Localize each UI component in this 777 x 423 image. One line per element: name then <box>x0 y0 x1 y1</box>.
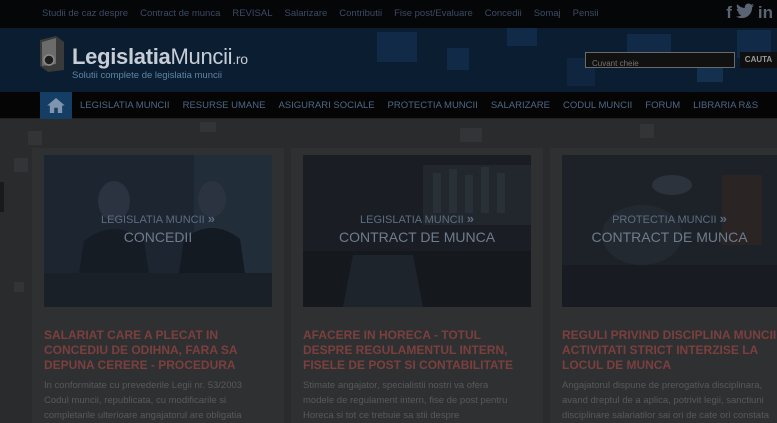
bg-square <box>28 131 42 145</box>
nav-item-protectia[interactable]: PROTECTIA MUNCII <box>388 100 478 111</box>
nav-item-libraria[interactable]: LIBRARIA R&S <box>693 100 758 111</box>
card-overlay: LEGISLATIA MUNCII » CONTRACT DE MUNCA <box>303 211 531 245</box>
card-image[interactable]: PROTECTIA MUNCII » CONTRACT DE MUNCA <box>562 155 777 307</box>
search-button[interactable]: CAUTA <box>740 52 777 68</box>
card-overlay: LEGISLATIA MUNCII » CONCEDII <box>44 211 272 245</box>
card-title[interactable]: SALARIAT CARE A PLECAT IN CONCEDIU DE OD… <box>44 328 238 373</box>
chevron-right-icon: » <box>719 211 727 226</box>
card-image[interactable]: LEGISLATIA MUNCII » CONTRACT DE MUNCA <box>303 155 531 307</box>
twitter-icon[interactable] <box>735 3 754 24</box>
top-link-revisal[interactable]: REVISAL <box>232 8 272 19</box>
card-category[interactable]: LEGISLATIA MUNCII » <box>303 211 531 226</box>
card-subcategory[interactable]: CONTRACT DE MUNCA <box>562 229 777 245</box>
site-tagline: Solutii complete de legislatia muncii <box>72 70 222 81</box>
nav-item-forum[interactable]: FORUM <box>645 100 680 111</box>
linkedin-icon[interactable]: in <box>758 3 773 24</box>
top-link-pensii[interactable]: Pensii <box>573 8 599 19</box>
chevron-right-icon: » <box>207 211 215 226</box>
card-category[interactable]: PROTECTIA MUNCII » <box>562 211 777 226</box>
bg-square <box>0 182 4 212</box>
chevron-right-icon: » <box>466 211 474 226</box>
card-subcategory[interactable]: CONCEDII <box>44 229 272 245</box>
card-overlay: PROTECTIA MUNCII » CONTRACT DE MUNCA <box>562 211 777 245</box>
top-link-somaj[interactable]: Somaj <box>534 8 561 19</box>
social-links: f in <box>726 3 773 24</box>
card-title[interactable]: AFACERE IN HORECA - TOTUL DESPRE REGULAM… <box>303 328 513 373</box>
nav-item-codul[interactable]: CODUL MUNCII <box>563 100 632 111</box>
top-link-studii[interactable]: Studii de caz despre <box>42 8 128 19</box>
bg-square <box>200 122 216 132</box>
nav-home[interactable] <box>40 92 72 119</box>
search-box <box>585 52 735 71</box>
card-excerpt: In conformitate cu prevederile Legii nr.… <box>44 380 243 421</box>
nav-item-resurse-umane[interactable]: RESURSE UMANE <box>183 100 266 111</box>
bg-square <box>640 124 654 138</box>
card-category[interactable]: LEGISLATIA MUNCII » <box>44 211 272 226</box>
logo-icon[interactable] <box>38 34 66 74</box>
facebook-icon[interactable]: f <box>726 3 732 24</box>
top-link-fise[interactable]: Fise post/Evaluare <box>394 8 473 19</box>
card-title[interactable]: REGULI PRIVIND DISCIPLINA MUNCII ACTIVIT… <box>562 328 776 373</box>
top-utility-bar: Studii de caz despre Contract de munca R… <box>0 0 777 28</box>
nav-item-asigurari[interactable]: ASIGURARI SOCIALE <box>278 100 374 111</box>
top-link-contract[interactable]: Contract de munca <box>140 8 220 19</box>
main-nav: LEGISLATIA MUNCII RESURSE UMANE ASIGURAR… <box>0 92 777 119</box>
card-subcategory[interactable]: CONTRACT DE MUNCA <box>303 229 531 245</box>
top-link-salarizare[interactable]: Salarizare <box>285 8 328 19</box>
card-excerpt: Stimate angajator, specialistii nostri v… <box>303 380 508 421</box>
bg-square <box>14 282 24 292</box>
nav-item-salarizare[interactable]: SALARIZARE <box>491 100 550 111</box>
top-links: Studii de caz despre Contract de munca R… <box>42 8 599 19</box>
nav-items: LEGISLATIA MUNCII RESURSE UMANE ASIGURAR… <box>80 100 758 111</box>
bg-square <box>460 128 482 142</box>
home-icon <box>47 98 65 113</box>
top-link-contributii[interactable]: Contributii <box>339 8 382 19</box>
nav-item-legislatia[interactable]: LEGISLATIA MUNCII <box>80 100 170 111</box>
card-image[interactable]: LEGISLATIA MUNCII » CONCEDII <box>44 155 272 307</box>
card-excerpt: Angajatorul dispune de prerogativa disci… <box>562 380 769 421</box>
top-link-concedii[interactable]: Concedii <box>485 8 522 19</box>
bg-square <box>14 158 28 172</box>
site-logo[interactable]: LegislatiaMuncii.ro <box>72 44 248 70</box>
search-input[interactable] <box>586 56 734 71</box>
